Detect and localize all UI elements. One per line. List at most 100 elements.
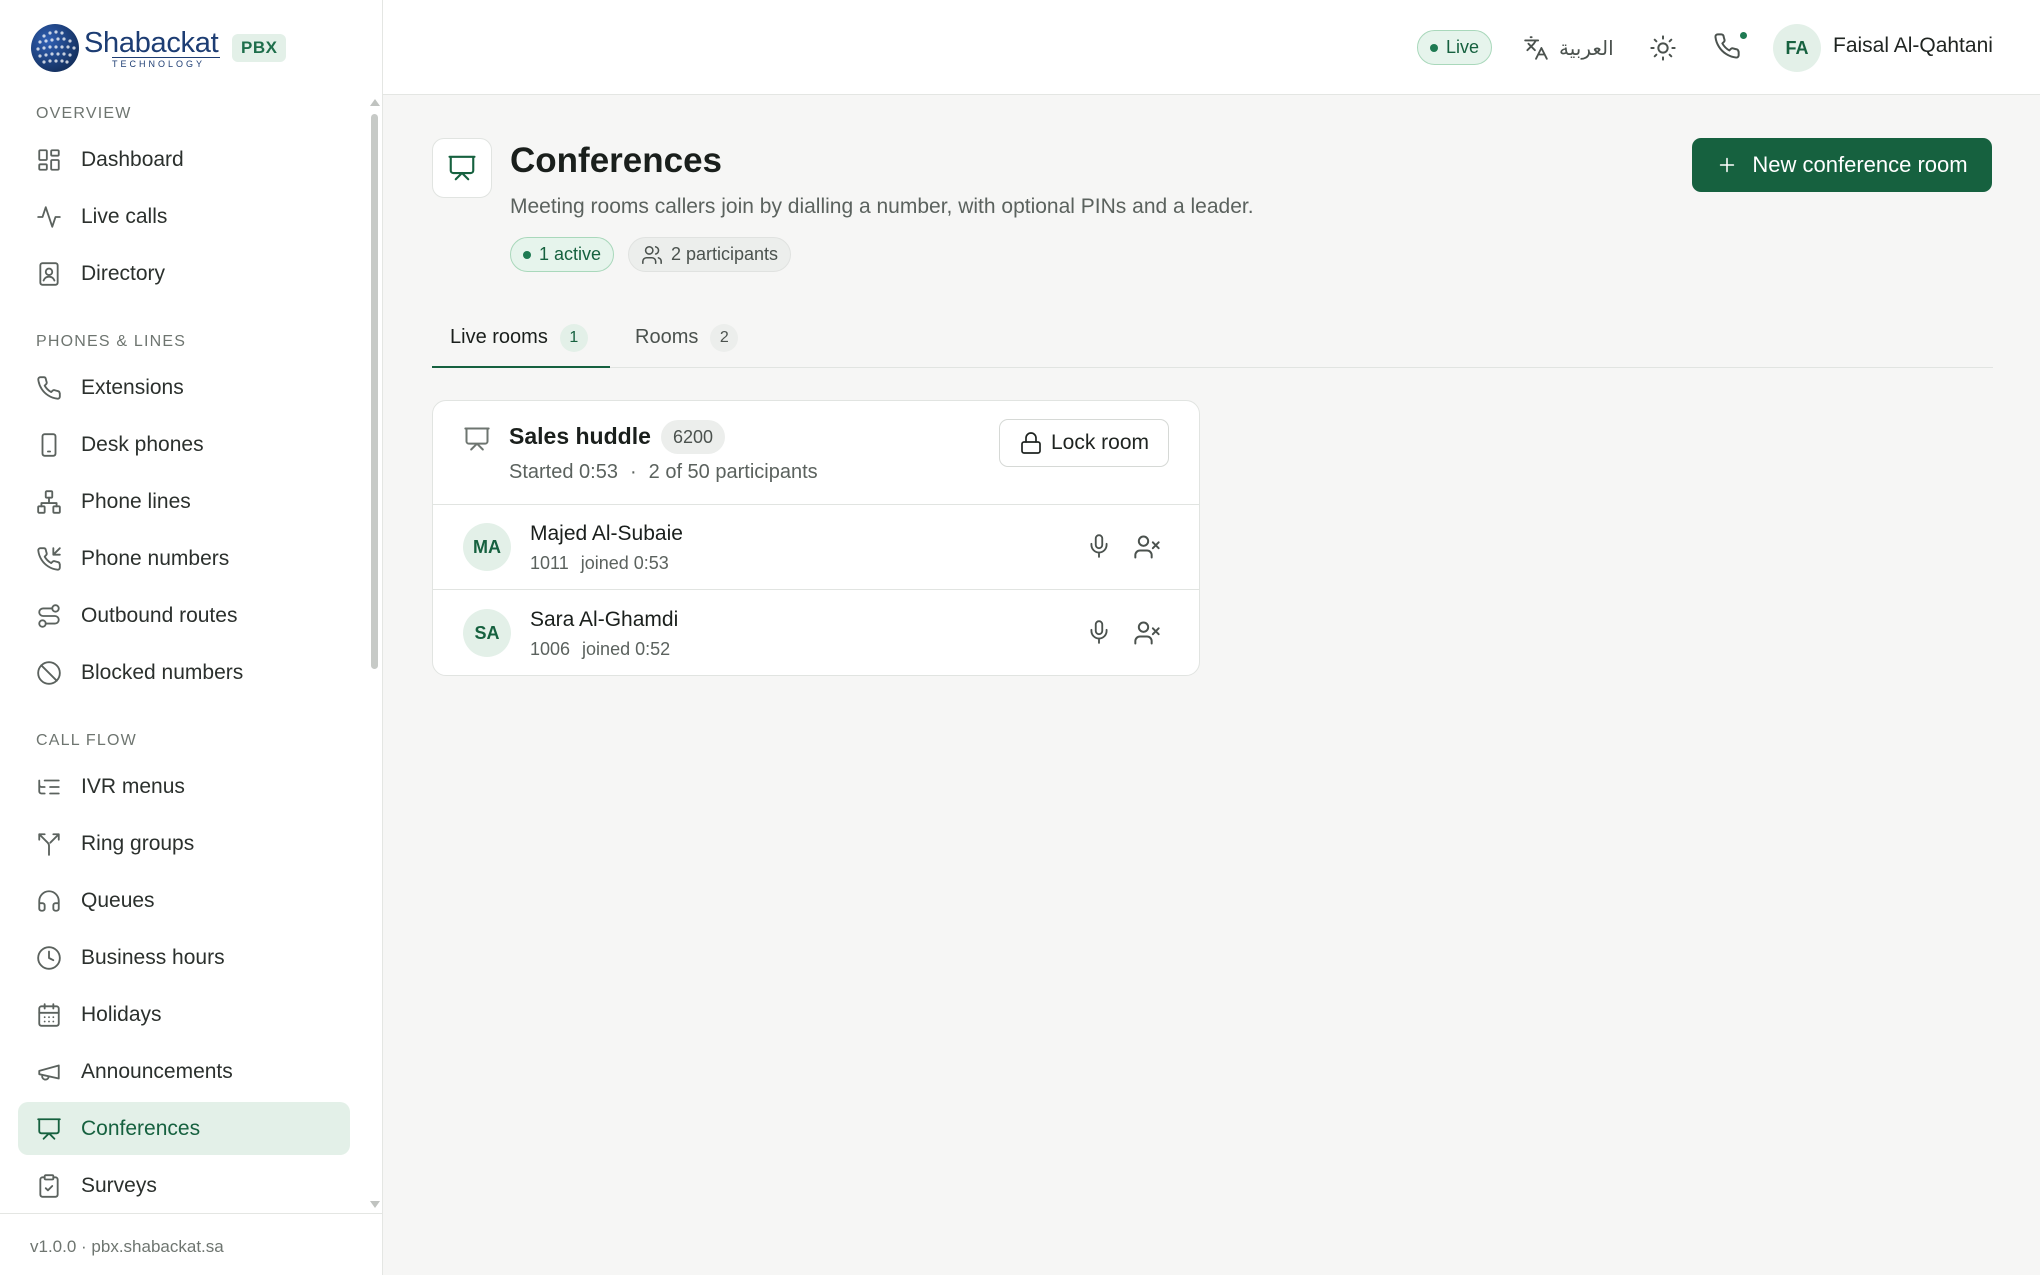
microphone-icon: [1090, 534, 1108, 558]
room-name: Sales huddle: [509, 423, 651, 449]
mute-participant-button[interactable]: [1086, 619, 1112, 645]
tab-rooms[interactable]: Rooms 2: [635, 318, 755, 368]
active-rooms-badge: 1 active: [510, 237, 615, 272]
sidebar-item-label: Blocked numbers: [81, 660, 244, 684]
nav-section-overview: OVERVIEW: [36, 105, 132, 122]
remove-participant-button[interactable]: [1133, 619, 1161, 647]
sidebar-item-label: Announcements: [81, 1059, 233, 1083]
participant-extension: 1011: [530, 553, 569, 573]
phone-icon: [34, 373, 64, 403]
phone-incoming-icon: [34, 544, 64, 574]
room-started-time: Started 0:53: [509, 461, 618, 483]
sidebar-item-outbound-routes[interactable]: Outbound routes: [18, 589, 350, 642]
sidebar-item-label: Extensions: [81, 375, 184, 399]
sidebar-item-phone-numbers[interactable]: Phone numbers: [18, 532, 350, 585]
sidebar-item-dashboard[interactable]: Dashboard: [18, 133, 350, 186]
sidebar-item-conferences[interactable]: Conferences: [18, 1102, 350, 1155]
list-tree-icon: [34, 772, 64, 802]
meta-separator: ·: [629, 461, 637, 483]
conference-room-card: Sales huddle 6200 Started 0:53 · 2 of 50…: [432, 400, 1200, 676]
brand-logo[interactable]: Shabackat TECHNOLOGY PBX: [30, 20, 287, 76]
topbar: Live العربية FA Faisal Al-Qahtani: [383, 0, 2040, 95]
sidebar-item-surveys[interactable]: Surveys: [18, 1159, 350, 1212]
sidebar-nav: OVERVIEW Dashboard Live calls Directory …: [18, 95, 350, 1212]
headphones-icon: [34, 886, 64, 916]
participant-meta: 1011 joined 0:53: [530, 553, 669, 574]
sidebar: Shabackat TECHNOLOGY PBX OVERVIEW Dashbo…: [0, 0, 383, 1275]
activity-icon: [34, 202, 64, 232]
participants-badge: 2 participants: [628, 237, 792, 272]
brand-name: Shabackat: [84, 26, 219, 59]
sidebar-scrollbar[interactable]: [370, 96, 380, 1210]
language-label: العربية: [1559, 37, 1614, 60]
scroll-up-arrow-icon[interactable]: [370, 99, 380, 106]
participant-avatar: SA: [463, 609, 511, 657]
new-conference-room-button[interactable]: New conference room: [1692, 138, 1992, 192]
sidebar-item-label: Directory: [81, 261, 166, 285]
participant-row: MA Majed Al-Subaie 1011 joined 0:53: [433, 505, 1199, 590]
participant-meta: 1006 joined 0:52: [530, 639, 670, 660]
sidebar-item-label: Phone numbers: [81, 546, 230, 570]
mute-participant-button[interactable]: [1086, 533, 1112, 559]
scrollbar-thumb[interactable]: [371, 114, 378, 669]
sidebar-item-extensions[interactable]: Extensions: [18, 361, 350, 414]
network-icon: [34, 487, 64, 517]
pbx-badge: PBX: [232, 34, 287, 62]
device-icon: [34, 430, 64, 460]
active-count-label: 1 active: [539, 244, 602, 264]
active-dot-icon: [523, 250, 531, 259]
tab-live-rooms[interactable]: Live rooms 1: [432, 318, 610, 368]
tab-count-badge: 2: [710, 324, 739, 352]
ban-icon: [34, 658, 64, 688]
dashboard-icon: [34, 145, 64, 175]
split-icon: [34, 829, 64, 859]
sun-icon: [1650, 35, 1676, 61]
page-title: Conferences: [510, 141, 723, 180]
sidebar-item-label: Conferences: [81, 1116, 201, 1140]
user-x-icon: [1134, 535, 1160, 559]
new-conference-room-label: New conference room: [1752, 152, 1968, 177]
sidebar-item-desk-phones[interactable]: Desk phones: [18, 418, 350, 471]
user-name[interactable]: Faisal Al-Qahtani: [1833, 34, 1993, 58]
globe-logo-icon: [31, 24, 79, 72]
nav-section-phones-lines: PHONES & LINES: [36, 333, 187, 350]
sidebar-item-label: Ring groups: [81, 831, 195, 855]
sidebar-item-blocked-numbers[interactable]: Blocked numbers: [18, 646, 350, 699]
sidebar-item-label: Business hours: [81, 945, 225, 969]
sidebar-footer-version: v1.0.0 · pbx.shabackat.sa: [0, 1213, 382, 1275]
sidebar-item-label: Surveys: [81, 1173, 157, 1197]
page-icon: [432, 138, 492, 198]
language-switch-button[interactable]: العربية: [1523, 32, 1614, 64]
sidebar-item-queues[interactable]: Queues: [18, 874, 350, 927]
sidebar-item-phone-lines[interactable]: Phone lines: [18, 475, 350, 528]
brand-sub: TECHNOLOGY: [112, 56, 220, 69]
live-status-badge: Live: [1417, 30, 1493, 65]
scroll-down-arrow-icon[interactable]: [370, 1201, 380, 1208]
sidebar-item-ivr-menus[interactable]: IVR menus: [18, 760, 350, 813]
room-extension-badge: 6200: [661, 420, 726, 454]
room-meta: Started 0:53 · 2 of 50 participants: [509, 461, 818, 484]
theme-toggle-button[interactable]: [1649, 34, 1679, 64]
lock-room-label: Lock room: [1050, 431, 1150, 454]
page-subtitle: Meeting rooms callers join by dialling a…: [510, 195, 1254, 218]
phone-online-indicator: [1738, 30, 1749, 41]
sidebar-item-holidays[interactable]: Holidays: [18, 988, 350, 1041]
clipboard-check-icon: [34, 1171, 64, 1201]
user-avatar[interactable]: FA: [1773, 24, 1821, 72]
lock-room-button[interactable]: Lock room: [999, 419, 1169, 467]
sidebar-item-ring-groups[interactable]: Ring groups: [18, 817, 350, 870]
remove-participant-button[interactable]: [1133, 533, 1161, 561]
clock-icon: [34, 943, 64, 973]
participant-joined: joined 0:53: [580, 553, 669, 573]
sidebar-item-business-hours[interactable]: Business hours: [18, 931, 350, 984]
sidebar-item-announcements[interactable]: Announcements: [18, 1045, 350, 1098]
sidebar-item-directory[interactable]: Directory: [18, 247, 350, 300]
sidebar-item-label: Dashboard: [81, 147, 184, 171]
room-header: Sales huddle 6200 Started 0:53 · 2 of 50…: [433, 401, 1199, 505]
lock-icon: [1019, 431, 1043, 455]
sidebar-item-label: Holidays: [81, 1002, 162, 1026]
sidebar-item-live-calls[interactable]: Live calls: [18, 190, 350, 243]
megaphone-icon: [34, 1057, 64, 1087]
users-icon: [641, 244, 663, 266]
phone-icon: [1714, 33, 1740, 59]
